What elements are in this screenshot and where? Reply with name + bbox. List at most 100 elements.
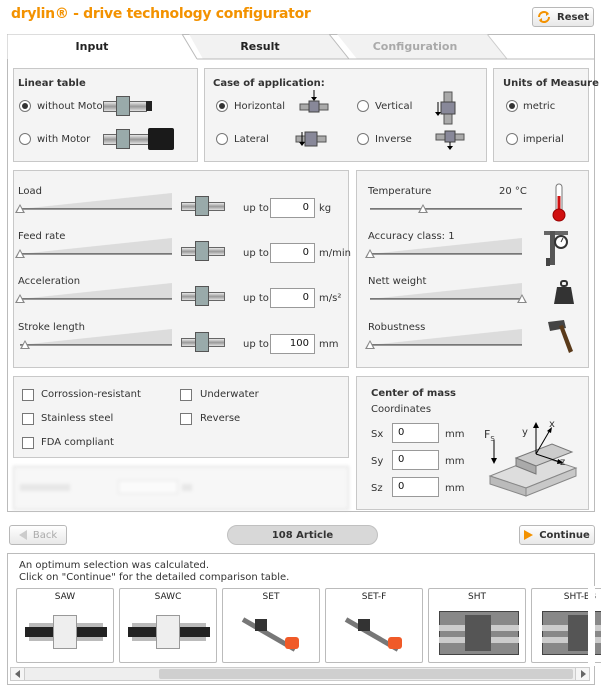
acceleration-upto: up to — [243, 293, 269, 304]
radio-with-motor[interactable] — [19, 133, 31, 145]
robustness-slider[interactable] — [370, 344, 522, 346]
product-card-label: SET — [262, 592, 280, 602]
sx-unit: mm — [445, 429, 465, 440]
label-metric: metric — [523, 101, 556, 112]
load-upto: up to — [243, 203, 269, 214]
accuracy-class-slider[interactable] — [370, 253, 522, 255]
units-title: Units of Measure — [503, 78, 599, 89]
product-image — [435, 607, 521, 659]
acceleration-ramp — [20, 283, 172, 299]
feed-rate-upto: up to — [243, 248, 269, 259]
stroke-length-ramp — [20, 329, 172, 345]
feed-rate-icon — [181, 241, 225, 261]
horizontal-scrollbar[interactable] — [10, 667, 590, 681]
scroll-left-button[interactable] — [11, 668, 25, 680]
sz-unit: mm — [445, 483, 465, 494]
label-horizontal: Horizontal — [234, 101, 286, 112]
radio-imperial[interactable] — [506, 133, 518, 145]
temperature-slider[interactable] — [370, 208, 522, 210]
load-slider[interactable] — [20, 208, 172, 210]
radio-inverse[interactable] — [357, 133, 369, 145]
stroke-length-icon — [181, 332, 225, 352]
product-image — [126, 607, 212, 659]
app-title: drylin® - drive technology configurator — [11, 6, 311, 22]
feed-rate-ramp — [20, 238, 172, 254]
tab-configuration[interactable]: Configuration — [340, 34, 490, 59]
accuracy-class-ramp — [370, 238, 522, 254]
com-subtitle: Coordinates — [371, 404, 432, 415]
product-card-sht[interactable]: SHT — [428, 588, 526, 663]
inverse-case-icon — [435, 130, 465, 150]
feed-rate-unit: m/min — [319, 248, 351, 259]
scroll-thumb[interactable] — [159, 669, 573, 679]
radio-metric[interactable] — [506, 100, 518, 112]
temperature-slider-thumb[interactable] — [418, 204, 429, 213]
acceleration-slider-thumb[interactable] — [15, 294, 25, 303]
nett-weight-slider-thumb[interactable] — [517, 294, 527, 303]
refresh-icon — [538, 11, 550, 23]
results-clip — [588, 586, 595, 666]
arrow-left-icon — [18, 530, 27, 540]
product-card-label: SAW — [54, 592, 76, 602]
stroke-length-slider[interactable] — [20, 344, 172, 346]
linear-table-title: Linear table — [18, 78, 86, 89]
back-button[interactable]: Back — [9, 525, 67, 545]
feed-rate-slider-thumb[interactable] — [15, 249, 25, 258]
label-underwater: Underwater — [200, 389, 259, 400]
radio-horizontal[interactable] — [216, 100, 228, 112]
product-card-label: SET-F — [361, 592, 387, 602]
product-card-saw[interactable]: SAW — [16, 588, 114, 663]
weight-icon — [554, 280, 574, 304]
robustness-slider-thumb[interactable] — [365, 340, 375, 349]
scroll-right-button[interactable] — [575, 668, 589, 680]
checkbox-corrosion-resistant[interactable] — [22, 389, 34, 401]
end-cap-icon — [146, 101, 152, 111]
acceleration-slider[interactable] — [20, 298, 172, 300]
robustness-ramp — [370, 329, 522, 345]
motor-icon — [148, 128, 174, 150]
product-card-sawc[interactable]: SAWC — [119, 588, 217, 663]
force-label: FS — [484, 428, 495, 444]
label-sx: Sx — [371, 429, 384, 440]
product-card-label: SHT — [468, 592, 486, 602]
caliper-icon — [544, 231, 568, 266]
stroke-length-slider-thumb[interactable] — [19, 340, 30, 349]
tab-input[interactable]: Input — [7, 34, 177, 59]
sz-input[interactable]: 0 — [392, 477, 439, 497]
load-slider-thumb[interactable] — [15, 204, 25, 213]
continue-button[interactable]: Continue — [519, 525, 595, 545]
horizontal-case-icon — [299, 90, 329, 113]
nett-weight-slider[interactable] — [370, 298, 522, 300]
tab-result[interactable]: Result — [190, 34, 330, 59]
label-lateral: Lateral — [234, 134, 269, 145]
temperature-label: Temperature — [368, 186, 432, 197]
checkbox-reverse[interactable] — [180, 413, 192, 425]
back-label: Back — [32, 529, 58, 541]
load-input[interactable]: 0 — [270, 198, 315, 218]
reset-button[interactable]: Reset — [532, 7, 594, 27]
checkbox-underwater[interactable] — [180, 389, 192, 401]
checkbox-fda-compliant[interactable] — [22, 437, 34, 449]
feed-rate-slider[interactable] — [20, 253, 172, 255]
checkbox-stainless-steel[interactable] — [22, 413, 34, 425]
carriage-icon — [116, 96, 130, 116]
product-card-set-f[interactable]: SET-F — [325, 588, 423, 663]
label-reverse: Reverse — [200, 413, 241, 424]
radio-without-motor[interactable] — [19, 100, 31, 112]
sx-input[interactable]: 0 — [392, 423, 439, 443]
product-image — [23, 607, 109, 659]
sy-input[interactable]: 0 — [392, 450, 439, 470]
radio-vertical[interactable] — [357, 100, 369, 112]
disabled-panel — [13, 466, 349, 510]
axis-x-label: x — [549, 419, 555, 430]
product-card-label: SAWC — [154, 592, 182, 602]
feed-rate-input[interactable]: 0 — [270, 243, 315, 263]
stroke-length-input[interactable]: 100 — [270, 334, 315, 354]
product-card-set[interactable]: SET — [222, 588, 320, 663]
continue-label: Continue — [539, 529, 590, 541]
label-fda-compliant: FDA compliant — [41, 437, 114, 448]
label-with-motor: with Motor — [37, 134, 91, 145]
radio-lateral[interactable] — [216, 133, 228, 145]
acceleration-input[interactable]: 0 — [270, 288, 315, 308]
accuracy-class-slider-thumb[interactable] — [365, 249, 375, 258]
